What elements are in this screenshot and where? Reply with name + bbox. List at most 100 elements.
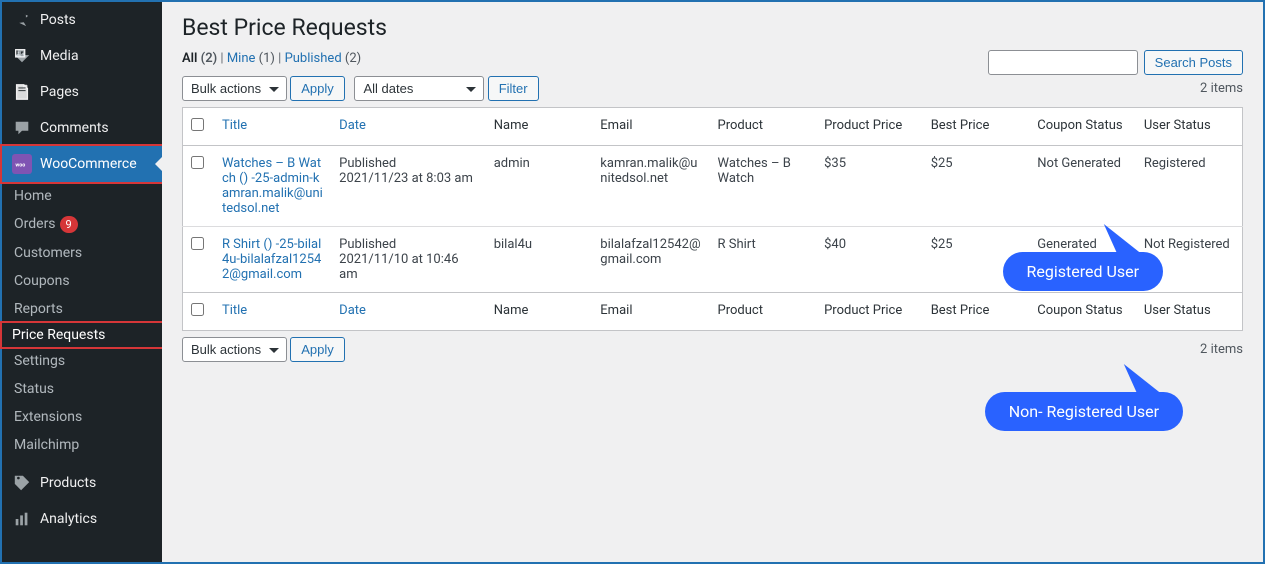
row-product: R Shirt (710, 227, 817, 293)
sidebar-sub-mailchimp[interactable]: Mailchimp (2, 431, 162, 459)
sub-label: Orders (14, 216, 56, 232)
col-product: Product (710, 293, 817, 331)
products-icon (12, 473, 32, 493)
col-date[interactable]: Date (331, 293, 486, 331)
sidebar-label: Comments (40, 120, 109, 136)
sidebar-item-analytics[interactable]: Analytics (2, 501, 162, 537)
row-date: Published2021/11/23 at 8:03 am (331, 146, 486, 227)
sidebar-label: WooCommerce (40, 156, 137, 172)
col-title[interactable]: Title (214, 293, 331, 331)
sub-label: Settings (14, 353, 65, 369)
sidebar-sub-coupons[interactable]: Coupons (2, 267, 162, 295)
sidebar-label: Products (40, 475, 96, 491)
table-row: Watches – B Watch () -25-admin-kamran.ma… (183, 146, 1243, 227)
col-product-price: Product Price (816, 108, 923, 146)
filter-all[interactable]: All (2) (182, 51, 217, 66)
callout-label: Registered User (1027, 262, 1139, 281)
sidebar-sub-customers[interactable]: Customers (2, 239, 162, 267)
sub-label: Customers (14, 245, 82, 261)
row-checkbox[interactable] (191, 237, 204, 250)
bulk-actions-select-bottom[interactable]: Bulk actions (182, 337, 287, 362)
col-coupon-status: Coupon Status (1029, 108, 1136, 146)
row-date: Published2021/11/10 at 10:46 am (331, 227, 486, 293)
sidebar-item-media[interactable]: Media (2, 38, 162, 74)
sidebar-label: Posts (40, 12, 76, 28)
posts-table: Title Date Name Email Product Product Pr… (182, 107, 1243, 331)
col-email: Email (592, 293, 709, 331)
sidebar-item-pages[interactable]: Pages (2, 74, 162, 110)
select-all-checkbox-footer[interactable] (191, 303, 204, 316)
filter-published[interactable]: Published (2) (285, 51, 362, 66)
sidebar-item-woocommerce[interactable]: woo WooCommerce (2, 146, 162, 182)
row-product: Watches – B Watch (710, 146, 817, 227)
sub-label: Home (14, 188, 52, 204)
col-name: Name (486, 293, 593, 331)
row-name: admin (486, 146, 593, 227)
callout-arrow-icon (1116, 364, 1164, 396)
row-title-link[interactable]: Watches – B Watch () -25-admin-kamran.ma… (222, 156, 323, 216)
sidebar-item-products[interactable]: Products (2, 465, 162, 501)
col-email: Email (592, 108, 709, 146)
search-button[interactable]: Search Posts (1144, 50, 1243, 75)
callout-non-registered: Non- Registered User (985, 392, 1183, 431)
row-email: bilalafzal12542@gmail.com (592, 227, 709, 293)
row-product-price: $40 (816, 227, 923, 293)
sidebar-label: Analytics (40, 511, 97, 527)
search-input[interactable] (988, 50, 1138, 75)
tablenav-top: Bulk actions Apply All dates Filter 2 it… (182, 76, 1243, 101)
sidebar-sub-extensions[interactable]: Extensions (2, 403, 162, 431)
sub-label: Reports (14, 301, 63, 317)
col-date[interactable]: Date (331, 108, 486, 146)
dates-select[interactable]: All dates (354, 76, 484, 101)
callout-label: Non- Registered User (1009, 402, 1159, 421)
page-icon (12, 82, 32, 102)
row-checkbox[interactable] (191, 156, 204, 169)
admin-sidebar: Posts Media Pages Comments woo WooCommer… (2, 2, 162, 562)
sidebar-sub-price-requests[interactable]: Price Requests (0, 321, 164, 349)
tablenav-bottom: Bulk actions Apply 2 items (182, 337, 1243, 362)
col-product: Product (710, 108, 817, 146)
row-coupon-status: Not Generated (1029, 146, 1136, 227)
woocommerce-icon: woo (12, 154, 32, 174)
pin-icon (12, 10, 32, 30)
col-title[interactable]: Title (214, 108, 331, 146)
row-user-status: Registered (1136, 146, 1243, 227)
select-all-header[interactable] (183, 108, 214, 146)
filter-mine[interactable]: Mine (1) (227, 51, 275, 66)
row-name: bilal4u (486, 227, 593, 293)
col-best-price: Best Price (923, 108, 1030, 146)
sidebar-sub-home[interactable]: Home (2, 182, 162, 210)
sidebar-sub-reports[interactable]: Reports (2, 295, 162, 323)
col-coupon-status: Coupon Status (1029, 293, 1136, 331)
bulk-actions-select[interactable]: Bulk actions (182, 76, 287, 101)
sidebar-item-posts[interactable]: Posts (2, 2, 162, 38)
orders-badge: 9 (60, 216, 78, 233)
svg-text:woo: woo (15, 163, 25, 169)
apply-button[interactable]: Apply (290, 76, 345, 101)
row-email: kamran.malik@unitedsol.net (592, 146, 709, 227)
sub-label: Coupons (14, 273, 70, 289)
row-title-link[interactable]: R Shirt () -25-bilal4u-bilalafzal12542@g… (222, 237, 321, 282)
apply-button-bottom[interactable]: Apply (290, 337, 345, 362)
filter-button[interactable]: Filter (488, 76, 539, 101)
sidebar-sub-status[interactable]: Status (2, 375, 162, 403)
items-count-bottom: 2 items (1200, 342, 1243, 357)
search-box: Search Posts (988, 50, 1243, 75)
col-user-status: User Status (1136, 108, 1243, 146)
row-best-price: $25 (923, 146, 1030, 227)
analytics-icon (12, 509, 32, 529)
sidebar-label: Pages (40, 84, 79, 100)
sidebar-sub-orders[interactable]: Orders9 (2, 210, 162, 239)
sub-label: Extensions (14, 409, 82, 425)
col-product-price: Product Price (816, 293, 923, 331)
media-icon (12, 46, 32, 66)
callout-registered: Registered User (1003, 252, 1163, 291)
select-all-checkbox[interactable] (191, 118, 204, 131)
row-product-price: $35 (816, 146, 923, 227)
sub-label: Price Requests (12, 327, 105, 343)
sidebar-item-comments[interactable]: Comments (2, 110, 162, 146)
col-best-price: Best Price (923, 293, 1030, 331)
sub-label: Mailchimp (14, 437, 79, 453)
items-count: 2 items (1200, 81, 1243, 96)
sidebar-sub-settings[interactable]: Settings (2, 347, 162, 375)
